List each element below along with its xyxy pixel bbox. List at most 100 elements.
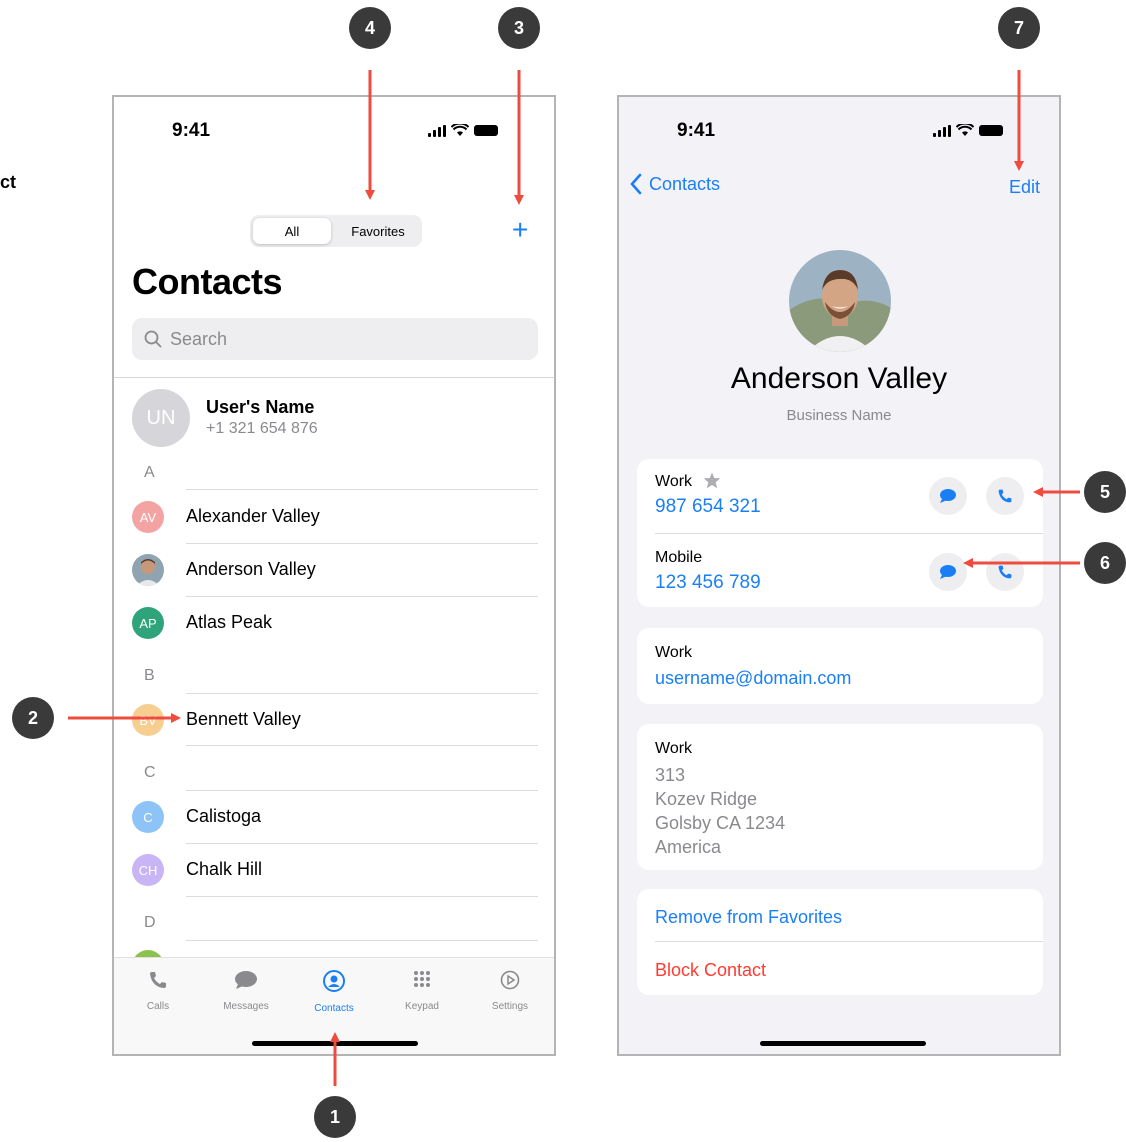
signal-icon [933, 124, 951, 137]
add-contact-button[interactable]: + [512, 215, 528, 245]
remove-from-favorites-button[interactable]: Remove from Favorites [655, 907, 842, 928]
segmented-control: All Favorites [250, 215, 422, 247]
phone-icon [150, 972, 166, 988]
status-time: 9:41 [677, 120, 716, 141]
row-divider [186, 790, 538, 791]
my-card-name[interactable]: User's Name [206, 397, 314, 418]
annotation-badge-5: 5 [1084, 471, 1126, 513]
settings-icon [500, 970, 520, 990]
back-label: Contacts [649, 173, 721, 194]
email-label: Work [655, 644, 693, 661]
address-line[interactable]: America [655, 835, 721, 859]
message-bubble-icon [940, 565, 956, 579]
back-button[interactable]: Contacts [629, 173, 720, 195]
row-divider [186, 543, 538, 544]
star-icon [703, 472, 721, 489]
contact-name-calistoga[interactable]: Calistoga [186, 806, 261, 827]
contact-name: Anderson Valley [730, 362, 948, 395]
actions-card: Remove from Favorites Block Contact [637, 889, 1043, 995]
tab-label: Contacts [314, 1003, 354, 1014]
tab-settings[interactable]: Settings [466, 970, 554, 1012]
divider [114, 377, 554, 378]
annotation-badge-6: 6 [1084, 542, 1126, 584]
phone-label-mobile: Mobile [655, 549, 703, 566]
annotation-badge-1: 1 [314, 1096, 356, 1138]
tab-contacts[interactable]: Contacts [290, 970, 378, 1014]
search-placeholder: Search [170, 329, 228, 349]
status-icons [933, 124, 1003, 137]
contact-name-alexander-valley[interactable]: Alexander Valley [186, 506, 320, 527]
card-divider [655, 941, 1043, 942]
cropped-text-fragment: ct [0, 172, 17, 192]
address-card: Work 313 Kozev Ridge Golsby CA 1234 Amer… [637, 724, 1043, 870]
message-button-mobile[interactable] [929, 553, 967, 591]
contact-detail-screen: 9:41 Contacts Edit Anderson Valley Busin… [617, 95, 1061, 1056]
contact-name-chalk-hill[interactable]: Chalk Hill [186, 859, 262, 880]
contacts-list-screen: 9:41 All Favorites + Contacts Search UN … [112, 95, 556, 1056]
segment-favorites[interactable]: Favorites [336, 218, 420, 244]
person-circle-icon [323, 970, 345, 992]
edit-button[interactable]: Edit [1009, 177, 1040, 198]
signal-icon [428, 124, 446, 137]
tab-bar: Calls Messages Contacts Keypad Settings [114, 957, 554, 1054]
phone-number-work[interactable]: 987 654 321 [655, 496, 761, 518]
row-divider [186, 596, 538, 597]
address-label: Work [655, 740, 693, 757]
block-contact-button[interactable]: Block Contact [655, 960, 766, 981]
battery-icon [474, 125, 498, 136]
home-indicator [760, 1041, 926, 1046]
section-header-b: B [144, 667, 155, 684]
search-input[interactable]: Search [132, 318, 538, 360]
search-icon [144, 330, 162, 348]
row-divider [186, 693, 538, 694]
contact-name-anderson-valley[interactable]: Anderson Valley [186, 559, 316, 580]
call-button-mobile[interactable] [986, 553, 1024, 591]
address-line[interactable]: 313 [655, 763, 685, 787]
message-bubble-icon [940, 489, 956, 503]
home-indicator [252, 1041, 418, 1046]
call-button-work[interactable] [986, 477, 1024, 515]
row-divider [186, 896, 538, 897]
my-card-avatar[interactable]: UN [132, 389, 190, 447]
tab-keypad[interactable]: Keypad [378, 970, 466, 1012]
contact-photo [789, 250, 891, 352]
phone-icon [998, 489, 1012, 503]
chevron-left-icon [630, 173, 642, 195]
section-header-d: D [144, 914, 156, 931]
card-divider [655, 533, 1043, 534]
email-value[interactable]: username@domain.com [655, 668, 851, 689]
tab-label: Settings [491, 1001, 529, 1012]
message-button-work[interactable] [929, 477, 967, 515]
contact-avatar: C [132, 801, 164, 833]
address-line[interactable]: Golsby CA 1234 [655, 811, 785, 835]
contact-name-atlas-peak[interactable]: Atlas Peak [186, 612, 272, 633]
wifi-icon [451, 124, 469, 136]
status-icons [428, 124, 498, 137]
phone-numbers-card: Work 987 654 321 Mobile 123 456 789 [637, 459, 1043, 607]
phone-number-mobile[interactable]: 123 456 789 [655, 572, 761, 594]
annotation-badge-2: 2 [12, 697, 54, 739]
my-card-phone: +1 321 654 876 [206, 420, 318, 437]
section-header-c: C [144, 764, 156, 781]
contact-name-bennett-valley[interactable]: Bennett Valley [186, 709, 301, 730]
tab-calls[interactable]: Calls [114, 970, 202, 1012]
annotation-badge-7: 7 [998, 7, 1040, 49]
address-line[interactable]: Kozev Ridge [655, 787, 757, 811]
row-divider [186, 489, 538, 490]
email-card: Work username@domain.com [637, 628, 1043, 704]
row-divider [186, 745, 538, 746]
contact-photo-avatar [132, 554, 164, 586]
business-name: Business Name [786, 407, 892, 424]
message-bubble-icon [235, 971, 257, 989]
status-time: 9:41 [172, 120, 211, 141]
contact-avatar: BV [132, 704, 164, 736]
phone-icon [998, 565, 1012, 579]
segment-all[interactable]: All [253, 218, 331, 244]
tab-label: Messages [223, 1001, 269, 1012]
wifi-icon [956, 124, 974, 136]
contact-avatar: CH [132, 854, 164, 886]
phone-label-work: Work [655, 473, 693, 490]
annotation-badge-3: 3 [498, 7, 540, 49]
tab-messages[interactable]: Messages [202, 970, 290, 1012]
section-header-a: A [144, 464, 155, 481]
